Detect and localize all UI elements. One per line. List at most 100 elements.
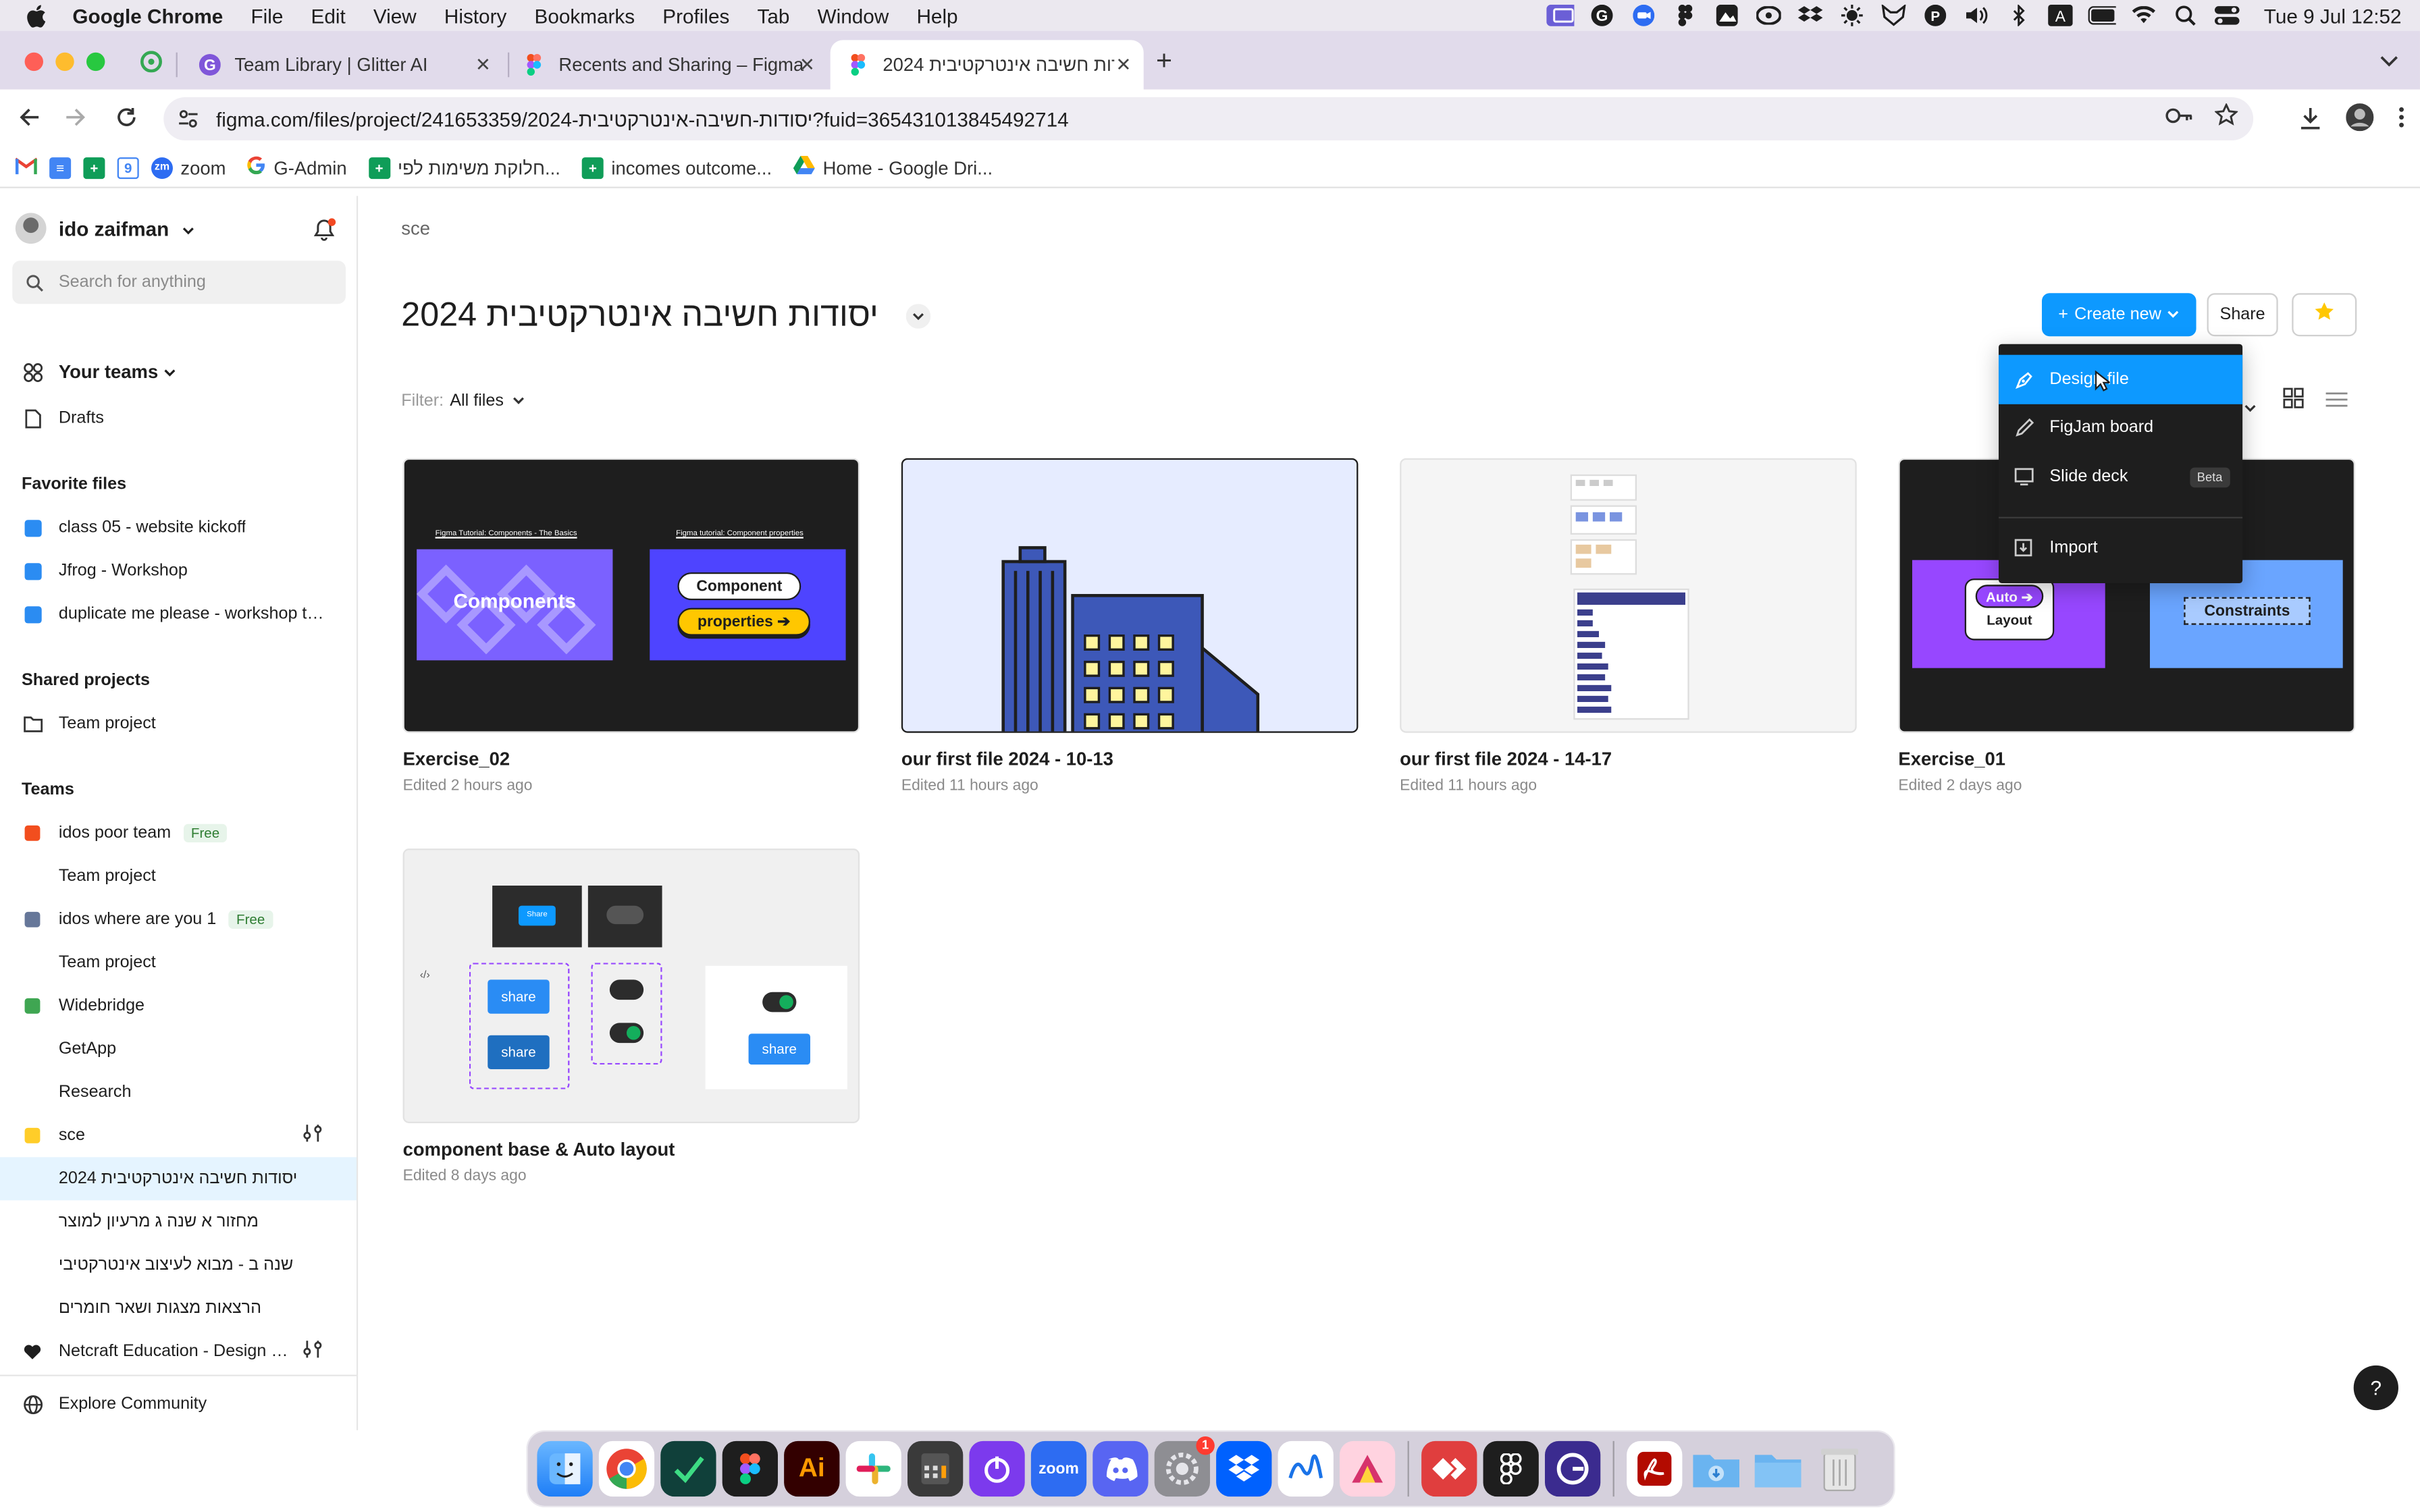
dropbox-app-icon[interactable] — [1216, 1440, 1272, 1497]
screen-share-icon[interactable] — [1546, 4, 1575, 26]
close-tab-icon[interactable]: ✕ — [1115, 54, 1131, 76]
team-project-item[interactable]: מחזור א שנה ג מרעיון למוצר — [0, 1200, 357, 1243]
grammarly-icon[interactable]: G — [1588, 4, 1616, 26]
apple-icon[interactable] — [26, 4, 48, 27]
download-icon[interactable] — [2300, 106, 2321, 137]
site-info-icon[interactable] — [176, 107, 201, 132]
tab-glitter[interactable]: G Team Library | Glitter AI ✕ — [182, 40, 503, 89]
profile-avatar-icon[interactable] — [2346, 103, 2374, 139]
close-window-button[interactable] — [24, 52, 43, 72]
chrome-icon[interactable] — [598, 1440, 655, 1497]
keyboard-input-icon[interactable]: A — [2047, 4, 2074, 26]
menu-item-figjam[interactable]: FigJam board — [1999, 403, 2242, 452]
bookmark-incomes[interactable]: + incomes outcome... — [581, 156, 772, 178]
new-tab-button[interactable]: + — [1156, 45, 1172, 77]
share-button[interactable]: Share — [2207, 293, 2278, 337]
team-settings-icon[interactable] — [302, 1339, 323, 1364]
minimize-window-button[interactable] — [55, 52, 74, 72]
team-project-item[interactable]: שנה ב - מבוא לעיצוב אינטרקטיבי — [0, 1243, 357, 1287]
folder-icon[interactable] — [1750, 1441, 1806, 1496]
menu-item-slide-deck[interactable]: Slide deck Beta — [1999, 452, 2242, 502]
slack-icon[interactable] — [845, 1440, 901, 1497]
favorite-file[interactable]: Jfrog - Workshop — [0, 549, 357, 593]
menu-window[interactable]: Window — [818, 4, 889, 27]
p-app-icon[interactable]: P — [1921, 4, 1949, 26]
volume-icon[interactable] — [1963, 5, 1991, 26]
sidebar-item-drafts[interactable]: Drafts — [0, 396, 357, 439]
close-tab-icon[interactable]: ✕ — [799, 54, 815, 76]
close-tab-icon[interactable]: ✕ — [475, 54, 491, 76]
power-app-icon[interactable] — [969, 1440, 1025, 1497]
file-card[interactable]: our first file 2024 - 14-17 Edited 11 ho… — [1400, 458, 1857, 794]
reload-icon[interactable] — [115, 107, 137, 136]
bookmark-sheets[interactable]: + — [83, 156, 105, 178]
menu-view[interactable]: View — [373, 4, 417, 27]
tab-active-project[interactable]: יסודות חשיבה אינטרקטיבית 2024 ✕ — [830, 40, 1144, 90]
zoom-icon[interactable] — [1629, 4, 1657, 26]
notification-bell-icon[interactable] — [312, 217, 337, 246]
team-item[interactable]: idos poor team Free — [0, 811, 357, 855]
bookmark-gmail[interactable] — [14, 157, 38, 178]
explore-community-link[interactable]: Explore Community — [0, 1382, 357, 1426]
maximize-window-button[interactable] — [86, 52, 105, 72]
menu-file[interactable]: File — [251, 4, 283, 27]
file-card[interactable]: Share share share share ‹/› component ba… — [402, 848, 860, 1185]
bookmark-docs[interactable]: ≡ — [49, 156, 72, 178]
user-menu[interactable]: ido zaifman — [15, 213, 194, 244]
team-settings-icon[interactable] — [302, 1123, 323, 1148]
bookmark-star-icon[interactable] — [2213, 102, 2239, 134]
file-card[interactable]: our first file 2024 - 10-13 Edited 11 ho… — [901, 458, 1359, 794]
team-item[interactable]: Netcraft Education - Design Co... — [0, 1330, 357, 1373]
sun-icon[interactable] — [1838, 4, 1866, 26]
wifi-icon[interactable] — [2130, 5, 2157, 26]
mountain-icon[interactable] — [1713, 4, 1741, 26]
help-button[interactable]: ? — [2353, 1365, 2398, 1411]
favorite-star-button[interactable] — [2292, 293, 2357, 337]
bookmark-drive[interactable]: Home - Google Dri... — [793, 155, 993, 179]
sort-chevron-icon[interactable] — [2244, 394, 2256, 421]
list-view-icon[interactable] — [2325, 388, 2348, 416]
your-teams-menu[interactable]: Your teams — [0, 350, 357, 394]
password-key-icon[interactable] — [2165, 105, 2193, 132]
bluetooth-icon[interactable] — [2005, 4, 2032, 26]
menu-bookmarks[interactable]: Bookmarks — [534, 4, 635, 27]
bookmark-zoom[interactable]: zm zoom — [151, 156, 226, 178]
menu-item-import[interactable]: Import — [1999, 523, 2242, 572]
team-project-item[interactable]: Research — [0, 1071, 357, 1114]
control-center-icon[interactable] — [2213, 5, 2240, 26]
back-icon[interactable] — [18, 107, 40, 136]
team-project-item[interactable]: Team project — [0, 941, 357, 984]
browser-menu-icon[interactable] — [2398, 107, 2404, 136]
favorite-file[interactable]: class 05 - website kickoff — [0, 506, 357, 549]
menu-app-name[interactable]: Google Chrome — [72, 4, 223, 27]
vectorize-app-icon[interactable] — [660, 1440, 716, 1497]
bookmark-gadmin[interactable]: G-Admin — [247, 156, 347, 179]
glitter-app-icon[interactable] — [1544, 1440, 1601, 1497]
illustrator-icon[interactable]: Ai — [784, 1440, 840, 1497]
battery-icon[interactable] — [2088, 5, 2116, 26]
favorite-file[interactable]: duplicate me please - workshop tam... — [0, 593, 357, 636]
acrobat-icon[interactable] — [1627, 1440, 1683, 1497]
menu-help[interactable]: Help — [916, 4, 957, 27]
anydesk-icon[interactable] — [1421, 1440, 1477, 1497]
zoom-app-icon[interactable]: zoom — [1030, 1440, 1087, 1497]
menu-item-design-file[interactable]: Design file — [1998, 354, 2243, 404]
affinity-icon[interactable] — [1339, 1440, 1396, 1497]
grid-view-icon[interactable] — [2283, 387, 2305, 416]
fox-icon[interactable] — [1880, 4, 1908, 26]
team-item[interactable]: idos where are you 1 Free — [0, 898, 357, 941]
figma-icon[interactable] — [722, 1440, 778, 1497]
tab-search-icon[interactable] — [2380, 48, 2398, 76]
search-input[interactable]: Search for anything — [12, 261, 346, 304]
create-new-button[interactable]: + Create new — [2041, 293, 2197, 337]
figma-agent-icon[interactable] — [1483, 1440, 1539, 1497]
menu-tab[interactable]: Tab — [758, 4, 790, 27]
team-project-item[interactable]: הרצאות מצגות ושאר חומרים — [0, 1287, 357, 1330]
trash-icon[interactable] — [1812, 1441, 1867, 1496]
system-settings-icon[interactable]: 1 — [1154, 1436, 1215, 1497]
team-project-item-active[interactable]: יסודות חשיבה אינטרקטיבית 2024 — [0, 1157, 357, 1201]
creative-cloud-icon[interactable] — [1755, 5, 1783, 26]
breadcrumb[interactable]: sce — [401, 217, 430, 239]
downloads-folder-icon[interactable] — [1689, 1441, 1744, 1496]
project-options-chevron-icon[interactable] — [905, 304, 931, 336]
